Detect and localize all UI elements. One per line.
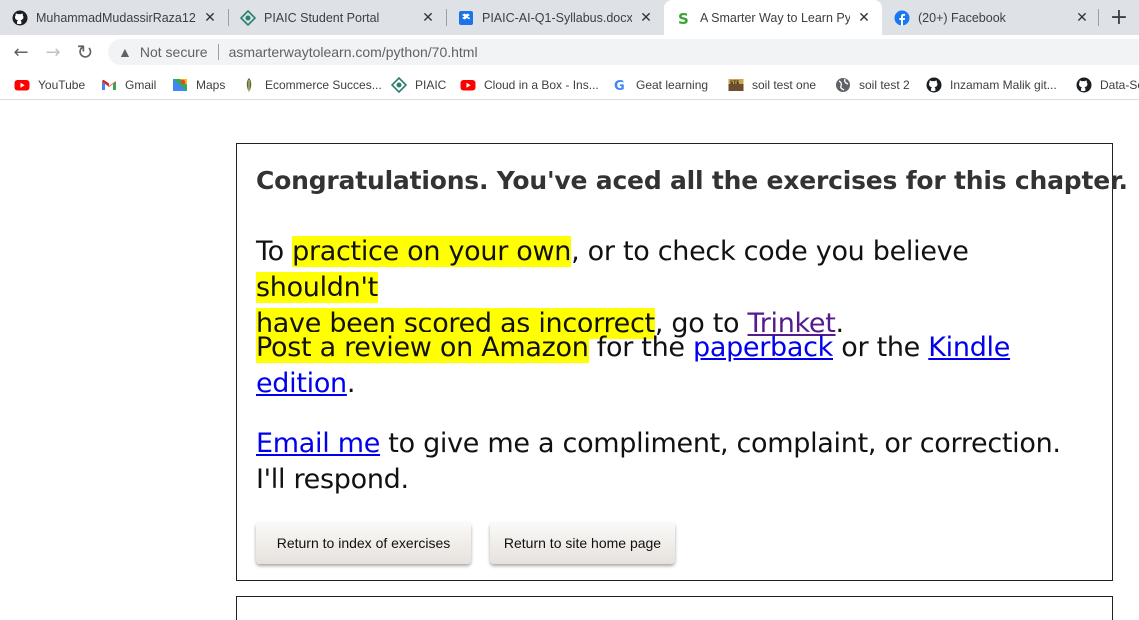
close-icon[interactable]: ✕: [856, 9, 872, 26]
svg-text:G: G: [614, 79, 625, 93]
bookmark-label: Maps: [196, 78, 226, 92]
bookmark-soil-test-2[interactable]: soil test 2: [835, 76, 910, 94]
tab-title: MuhammadMudassirRaza12: [36, 10, 196, 25]
bookmark-label: soil test one: [752, 78, 817, 92]
github-icon: [1076, 77, 1092, 93]
smarterway-icon: S: [676, 10, 692, 26]
close-icon[interactable]: ✕: [202, 9, 218, 26]
svg-text:S: S: [678, 10, 689, 26]
warning-icon[interactable]: ▲: [118, 44, 132, 60]
address-bar[interactable]: ▲ Not secure asmarterwaytolearn.com/pyth…: [108, 39, 1139, 65]
text: , or to check code you believe: [571, 236, 969, 267]
tab-title: PIAIC-AI-Q1-Syllabus.docx: [482, 10, 632, 25]
paperback-link[interactable]: paperback: [693, 332, 833, 363]
security-status[interactable]: Not secure: [140, 44, 208, 60]
bookmark-maps[interactable]: Maps: [172, 76, 225, 94]
return-to-home-button[interactable]: Return to site home page: [490, 522, 675, 564]
tab-separator: [1098, 9, 1099, 26]
bookmark-label: Data-Sc: [1100, 78, 1139, 92]
tab-facebook[interactable]: (20+) Facebook ✕: [882, 0, 1100, 35]
bookmark-soil-test-one[interactable]: STE soil test one: [728, 76, 816, 94]
url-text[interactable]: asmarterwaytolearn.com/python/70.html: [229, 44, 478, 60]
gmail-icon: [101, 77, 117, 93]
bookmark-ecommerce[interactable]: Ecommerce Succes...: [241, 76, 382, 94]
reload-button[interactable]: ↻: [73, 40, 97, 64]
tab-github[interactable]: MuhammadMudassirRaza12 ✕: [0, 0, 228, 35]
google-icon: G: [612, 77, 628, 93]
browser-toolbar: ← → ↻ ▲ Not secure asmarterwaytolearn.co…: [0, 35, 1139, 69]
return-to-index-button[interactable]: Return to index of exercises: [256, 522, 471, 564]
tab-title: PIAIC Student Portal: [264, 10, 380, 25]
github-icon: [926, 77, 942, 93]
new-tab-button[interactable]: +: [1105, 3, 1133, 31]
tab-strip: MuhammadMudassirRaza12 ✕ PIAIC Student P…: [0, 0, 1139, 35]
text: or the: [833, 332, 929, 363]
maps-icon: [172, 77, 188, 93]
bookmark-label: Geat learning: [636, 78, 709, 92]
facebook-icon: [894, 10, 910, 26]
ecommerce-icon: [241, 77, 257, 93]
omnibox-divider: [217, 44, 219, 60]
bookmark-piaic[interactable]: PIAIC: [391, 76, 446, 94]
bookmark-cloud-in-a-box[interactable]: Cloud in a Box - Ins...: [460, 76, 599, 94]
highlight-review: Post a review on Amazon: [256, 332, 589, 363]
youtube-icon: [460, 77, 476, 93]
review-paragraph: Post a review on Amazon for the paperbac…: [256, 330, 1086, 402]
dropbox-icon: [458, 10, 474, 26]
tab-smarterway-active[interactable]: S A Smarter Way to Learn Pyth ✕: [664, 0, 882, 35]
svg-text:STE: STE: [730, 80, 739, 86]
tab-title: (20+) Facebook: [918, 10, 1006, 25]
tab-syllabus[interactable]: PIAIC-AI-Q1-Syllabus.docx ✕: [446, 0, 664, 35]
close-icon[interactable]: ✕: [638, 9, 654, 26]
globe-icon: [835, 77, 851, 93]
bookmark-youtube[interactable]: YouTube: [14, 76, 85, 94]
page-heading: Congratulations. You've aced all the exe…: [256, 166, 1128, 195]
tab-piaic-portal[interactable]: PIAIC Student Portal ✕: [228, 0, 446, 35]
text: To: [256, 236, 293, 267]
email-me-link[interactable]: Email me: [256, 428, 380, 459]
bookmark-label: Gmail: [125, 78, 157, 92]
highlight-shouldnt: shouldn't: [256, 272, 378, 303]
github-icon: [12, 10, 28, 26]
close-icon[interactable]: ✕: [1074, 9, 1090, 26]
bookmark-label: YouTube: [38, 78, 86, 92]
next-card: [236, 596, 1113, 620]
forward-button[interactable]: →: [41, 40, 65, 64]
bookmark-label: Ecommerce Succes...: [265, 78, 382, 92]
bookmark-label: Inzamam Malik git...: [950, 78, 1057, 92]
text: .: [346, 368, 356, 399]
close-icon[interactable]: ✕: [420, 9, 436, 26]
soiltest-icon: STE: [728, 77, 744, 93]
bookmark-label: soil test 2: [859, 78, 910, 92]
piaic-icon: [240, 9, 256, 26]
youtube-icon: [14, 77, 30, 93]
completion-card: Congratulations. You've aced all the exe…: [236, 143, 1128, 581]
bookmark-gmail[interactable]: Gmail: [101, 76, 156, 94]
bookmark-inzamam-github[interactable]: Inzamam Malik git...: [926, 76, 1057, 94]
bookmark-geat-learning[interactable]: G Geat learning: [612, 76, 708, 94]
bookmarks-bar: YouTube Gmail Maps Ecommerce Succes... P…: [0, 69, 1139, 100]
back-button[interactable]: ←: [9, 40, 33, 64]
email-paragraph: Email me to give me a compliment, compla…: [256, 426, 1086, 498]
piaic-icon: [391, 77, 407, 93]
text: for the: [588, 332, 693, 363]
bookmark-label: PIAIC: [415, 78, 447, 92]
bookmark-label: Cloud in a Box - Ins...: [484, 78, 599, 92]
bookmark-data-sc[interactable]: Data-Sc: [1076, 76, 1139, 94]
highlight-practice: practice on your own: [292, 236, 572, 267]
practice-paragraph: To practice on your own, or to check cod…: [256, 234, 1086, 342]
tab-title: A Smarter Way to Learn Pyth: [700, 10, 850, 25]
